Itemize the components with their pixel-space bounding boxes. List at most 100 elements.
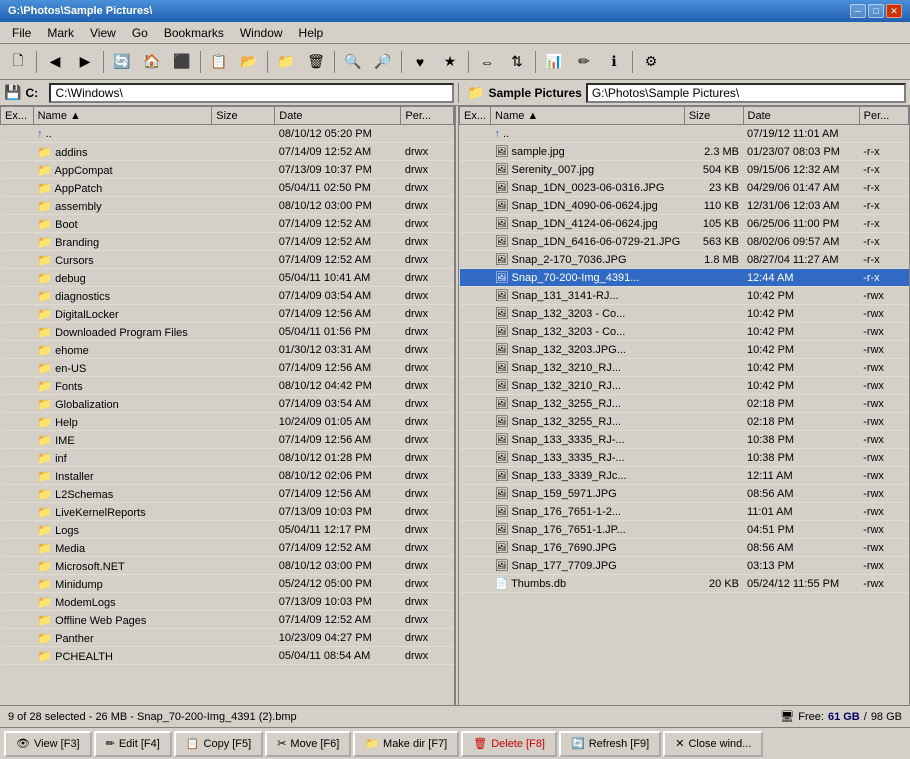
right-path-input[interactable]: [586, 83, 906, 103]
left-path-input[interactable]: [49, 83, 454, 103]
left-list-item[interactable]: 📁 assembly 08/10/12 03:00 PM drwx: [1, 197, 454, 215]
refresh-button[interactable]: 🔄: [108, 48, 136, 76]
left-list-item[interactable]: 📁 L2Schemas 07/14/09 12:56 AM drwx: [1, 485, 454, 503]
left-list-item[interactable]: 📁 AppCompat 07/13/09 10:37 PM drwx: [1, 161, 454, 179]
compare-button[interactable]: ⇔: [473, 48, 501, 76]
right-list-item[interactable]: ↑ .. 07/19/12 11:01 AM: [460, 125, 909, 143]
stop-button[interactable]: ⬛: [168, 48, 196, 76]
right-list-item[interactable]: 🖼 Snap_132_3210_RJ... 10:42 PM -rwx: [460, 377, 909, 395]
left-list-item[interactable]: 📁 Globalization 07/14/09 03:54 AM drwx: [1, 395, 454, 413]
left-list-item[interactable]: 📁 ModemLogs 07/13/09 10:03 PM drwx: [1, 593, 454, 611]
forward-button[interactable]: ▶: [71, 48, 99, 76]
menu-file[interactable]: File: [4, 24, 39, 42]
right-list-item[interactable]: 🖼 Snap_131_3141-RJ... 10:42 PM -rwx: [460, 287, 909, 305]
left-list-item[interactable]: 📁 Logs 05/04/11 12:17 PM drwx: [1, 521, 454, 539]
left-col-size[interactable]: Size: [212, 107, 275, 125]
left-col-name[interactable]: Name ▲: [33, 107, 212, 125]
left-list-item[interactable]: 📁 debug 05/04/11 10:41 AM drwx: [1, 269, 454, 287]
left-list-item[interactable]: 📁 ehome 01/30/12 03:31 AM drwx: [1, 341, 454, 359]
left-list-item[interactable]: 📁 Branding 07/14/09 12:52 AM drwx: [1, 233, 454, 251]
left-list-item[interactable]: 📁 AppPatch 05/04/11 02:50 PM drwx: [1, 179, 454, 197]
right-list-item[interactable]: 🖼 Snap_1DN_6416-06-0729-21.JPG 563 KB 08…: [460, 233, 909, 251]
right-list-item[interactable]: 🖼 Snap_132_3255_RJ... 02:18 PM -rwx: [460, 395, 909, 413]
menu-window[interactable]: Window: [232, 24, 291, 42]
right-list-item[interactable]: 🖼 Snap_176_7651-1-2... 11:01 AM -rwx: [460, 503, 909, 521]
right-list-item[interactable]: 🖼 Snap_133_3335_RJ-... 10:38 PM -rwx: [460, 449, 909, 467]
right-list-item[interactable]: 🖼 Snap_176_7651-1.JP... 04:51 PM -rwx: [460, 521, 909, 539]
right-list-item[interactable]: 🖼 Snap_132_3203 - Co... 10:42 PM -rwx: [460, 323, 909, 341]
settings-button[interactable]: ⚙: [637, 48, 665, 76]
right-list-item[interactable]: 🖼 Snap_133_3339_RJc... 12:11 AM -rwx: [460, 467, 909, 485]
menu-view[interactable]: View: [82, 24, 124, 42]
right-list-item[interactable]: 🖼 Snap_176_7690.JPG 08:56 AM -rwx: [460, 539, 909, 557]
left-col-date[interactable]: Date: [275, 107, 401, 125]
right-list-item[interactable]: 🖼 Snap_132_3203.JPG... 10:42 PM -rwx: [460, 341, 909, 359]
refresh-f9-button[interactable]: 🔄 Refresh [F9]: [559, 731, 661, 757]
right-list-item[interactable]: 🖼 Snap_132_3203 - Co... 10:42 PM -rwx: [460, 305, 909, 323]
right-list-item[interactable]: 🖼 Snap_132_3255_RJ... 02:18 PM -rwx: [460, 413, 909, 431]
sync-button[interactable]: ⇅: [503, 48, 531, 76]
left-list-item[interactable]: ↑ .. 08/10/12 05:20 PM: [1, 125, 454, 143]
right-file-list-container[interactable]: Ex... Name ▲ Size Date Per... ↑ .. 07/19…: [459, 106, 909, 705]
favorites-button[interactable]: ♥: [406, 48, 434, 76]
right-col-name[interactable]: Name ▲: [491, 107, 685, 125]
makedir-f7-button[interactable]: 📁 Make dir [F7]: [353, 731, 459, 757]
view-toggle-button[interactable]: 📊: [540, 48, 568, 76]
right-col-date[interactable]: Date: [743, 107, 859, 125]
back-button[interactable]: ◀: [41, 48, 69, 76]
right-list-item[interactable]: 🖼 Serenity_007.jpg 504 KB 09/15/06 12:32…: [460, 161, 909, 179]
copy-f5-button[interactable]: 📋 Copy [F5]: [174, 731, 263, 757]
left-list-item[interactable]: 📁 Help 10/24/09 01:05 AM drwx: [1, 413, 454, 431]
menu-mark[interactable]: Mark: [39, 24, 82, 42]
star-button[interactable]: ★: [436, 48, 464, 76]
close-window-button[interactable]: ✕ Close wind...: [663, 731, 763, 757]
right-list-item[interactable]: 📄 Thumbs.db 20 KB 05/24/12 11:55 PM -rwx: [460, 575, 909, 593]
menu-help[interactable]: Help: [291, 24, 332, 42]
move-files-button[interactable]: 📂: [235, 48, 263, 76]
right-list-item[interactable]: 🖼 Snap_159_5971.JPG 08:56 AM -rwx: [460, 485, 909, 503]
edit-button[interactable]: ✏: [570, 48, 598, 76]
right-col-per[interactable]: Per...: [859, 107, 908, 125]
left-list-item[interactable]: 📁 Downloaded Program Files 05/04/11 01:5…: [1, 323, 454, 341]
home-button[interactable]: 🏠: [138, 48, 166, 76]
left-list-item[interactable]: 📁 LiveKernelReports 07/13/09 10:03 PM dr…: [1, 503, 454, 521]
right-list-item[interactable]: 🖼 Snap_2-170_7036.JPG 1.8 MB 08/27/04 11…: [460, 251, 909, 269]
left-list-item[interactable]: 📁 addins 07/14/09 12:52 AM drwx: [1, 143, 454, 161]
left-list-item[interactable]: 📁 IME 07/14/09 12:56 AM drwx: [1, 431, 454, 449]
left-col-ex[interactable]: Ex...: [1, 107, 34, 125]
right-list-item[interactable]: 🖼 Snap_177_7709.JPG 03:13 PM -rwx: [460, 557, 909, 575]
search-button[interactable]: 🔍: [339, 48, 367, 76]
maximize-button[interactable]: □: [868, 4, 884, 18]
left-list-item[interactable]: 📁 Offline Web Pages 07/14/09 12:52 AM dr…: [1, 611, 454, 629]
left-list-item[interactable]: 📁 diagnostics 07/14/09 03:54 AM drwx: [1, 287, 454, 305]
left-list-item[interactable]: 📁 Microsoft.NET 08/10/12 03:00 PM drwx: [1, 557, 454, 575]
close-button[interactable]: ✕: [886, 4, 902, 18]
edit-f4-button[interactable]: ✏ Edit [F4]: [94, 731, 172, 757]
left-list-item[interactable]: 📁 Fonts 08/10/12 04:42 PM drwx: [1, 377, 454, 395]
delete-button[interactable]: 🗑: [302, 48, 330, 76]
right-list-item[interactable]: 🖼 Snap_70-200-Img_4391... 12:44 AM -r-x: [460, 269, 909, 287]
left-list-item[interactable]: 📁 Media 07/14/09 12:52 AM drwx: [1, 539, 454, 557]
right-col-ex[interactable]: Ex...: [460, 107, 491, 125]
delete-f8-button[interactable]: 🗑 Delete [F8]: [461, 731, 557, 757]
left-list-item[interactable]: 📁 en-US 07/14/09 12:56 AM drwx: [1, 359, 454, 377]
new-folder-button[interactable]: 📁: [272, 48, 300, 76]
left-list-item[interactable]: 📁 DigitalLocker 07/14/09 12:56 AM drwx: [1, 305, 454, 323]
right-col-size[interactable]: Size: [684, 107, 743, 125]
menu-go[interactable]: Go: [124, 24, 156, 42]
right-list-item[interactable]: 🖼 Snap_132_3210_RJ... 10:42 PM -rwx: [460, 359, 909, 377]
left-col-per[interactable]: Per...: [401, 107, 454, 125]
right-list-item[interactable]: 🖼 Snap_1DN_4124-06-0624.jpg 105 KB 06/25…: [460, 215, 909, 233]
left-file-list-container[interactable]: Ex... Name ▲ Size Date Per... ↑ .. 08/10…: [0, 106, 454, 705]
copy-files-button[interactable]: 📋: [205, 48, 233, 76]
left-list-item[interactable]: 📁 Cursors 07/14/09 12:52 AM drwx: [1, 251, 454, 269]
right-list-item[interactable]: 🖼 sample.jpg 2.3 MB 01/23/07 08:03 PM -r…: [460, 143, 909, 161]
left-list-item[interactable]: 📁 inf 08/10/12 01:28 PM drwx: [1, 449, 454, 467]
left-list-item[interactable]: 📁 Panther 10/23/09 04:27 PM drwx: [1, 629, 454, 647]
minimize-button[interactable]: ─: [850, 4, 866, 18]
view-f3-button[interactable]: 👁 View [F3]: [4, 731, 92, 757]
left-list-item[interactable]: 📁 Installer 08/10/12 02:06 PM drwx: [1, 467, 454, 485]
menu-bookmarks[interactable]: Bookmarks: [156, 24, 232, 42]
left-list-item[interactable]: 📁 Minidump 05/24/12 05:00 PM drwx: [1, 575, 454, 593]
filter-button[interactable]: 🔎: [369, 48, 397, 76]
